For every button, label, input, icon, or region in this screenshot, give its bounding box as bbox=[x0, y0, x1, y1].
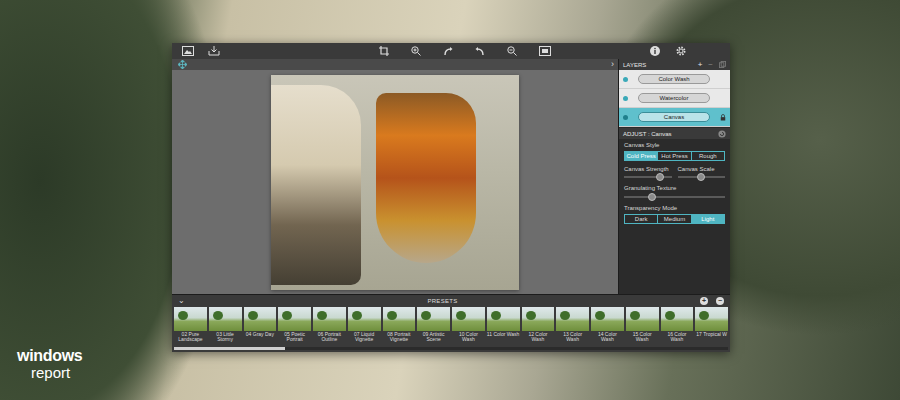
preset-item[interactable]: 09 Artistic Scene bbox=[417, 307, 450, 347]
slider-knob[interactable] bbox=[648, 193, 656, 201]
layer-name: Canvas bbox=[638, 112, 710, 122]
slider: Granulating Texture bbox=[624, 185, 725, 200]
slider: Canvas Scale bbox=[678, 166, 726, 181]
zoom-in-icon[interactable] bbox=[411, 46, 421, 56]
preset-item[interactable]: 03 Little Stormy bbox=[209, 307, 242, 347]
layer-list: Color Wash Watercolor Canvas bbox=[619, 70, 730, 127]
app-window: › LAYERS + − Color Wash Watercolor Canva… bbox=[172, 43, 730, 352]
preset-thumbnail bbox=[383, 307, 416, 331]
preset-strip: 02 Pure Landscape 03 Little Stormy 04 Gr… bbox=[172, 306, 730, 347]
transparency-button[interactable]: Medium bbox=[658, 215, 691, 223]
remove-preset-button[interactable]: − bbox=[716, 297, 724, 305]
add-preset-button[interactable]: + bbox=[700, 297, 708, 305]
open-image-icon[interactable] bbox=[182, 46, 194, 56]
layer-row[interactable]: Canvas bbox=[619, 108, 730, 127]
layer-row[interactable]: Watercolor bbox=[619, 89, 730, 108]
preset-item[interactable]: 05 Poetic Portrait bbox=[278, 307, 311, 347]
slider-track[interactable] bbox=[678, 173, 726, 181]
preset-item[interactable]: 11 Color Wash bbox=[487, 307, 520, 347]
collapse-button[interactable]: ⌄ bbox=[178, 297, 185, 305]
visibility-dot[interactable] bbox=[623, 115, 628, 120]
side-panel: LAYERS + − Color Wash Watercolor Canvas … bbox=[618, 59, 730, 294]
presets-panel: ⌄ PRESETS + − 02 Pure Landscape 03 Littl… bbox=[172, 294, 730, 352]
preset-item[interactable]: 06 Portrait Outline bbox=[313, 307, 346, 347]
preset-thumbnail bbox=[452, 307, 485, 331]
preset-thumbnail bbox=[244, 307, 277, 331]
site-logo: windows report bbox=[17, 348, 82, 380]
duplicate-layer-icon[interactable] bbox=[719, 61, 726, 68]
rotate-right-icon[interactable] bbox=[475, 46, 485, 56]
preset-thumbnail bbox=[487, 307, 520, 331]
layer-name: Color Wash bbox=[638, 74, 710, 84]
add-layer-button[interactable]: + bbox=[698, 61, 703, 69]
preset-item[interactable]: 16 Color Wash bbox=[661, 307, 694, 347]
preset-thumbnail bbox=[522, 307, 555, 331]
move-icon[interactable] bbox=[178, 60, 187, 69]
canvas-style-button[interactable]: Hot Press bbox=[658, 152, 691, 160]
painting-image bbox=[271, 75, 519, 290]
preset-item[interactable]: 14 Color Wash bbox=[591, 307, 624, 347]
slider-track[interactable] bbox=[624, 173, 672, 181]
preset-item[interactable]: 15 Color Wash bbox=[626, 307, 659, 347]
transparency-group: DarkMediumLight bbox=[624, 214, 725, 224]
preset-thumbnail bbox=[209, 307, 242, 331]
preset-item[interactable]: 07 Liquid Vignette bbox=[348, 307, 381, 347]
preset-thumbnail bbox=[661, 307, 694, 331]
fit-screen-icon[interactable] bbox=[539, 46, 551, 56]
remove-layer-button[interactable]: − bbox=[708, 61, 713, 69]
info-icon[interactable] bbox=[650, 46, 660, 56]
visibility-dot[interactable] bbox=[623, 77, 628, 82]
preset-item[interactable]: 12 Color Wash bbox=[522, 307, 555, 347]
presets-header: ⌄ PRESETS + − bbox=[172, 295, 730, 306]
canvas-style-button[interactable]: Cold Press bbox=[625, 152, 658, 160]
preset-item[interactable]: 08 Portrait Vignette bbox=[383, 307, 416, 347]
preset-thumbnail bbox=[626, 307, 659, 331]
slider: Canvas Strength bbox=[624, 166, 672, 181]
panel-toggle[interactable]: › bbox=[611, 60, 614, 69]
preset-thumbnail bbox=[174, 307, 207, 331]
zoom-out-icon[interactable] bbox=[507, 46, 517, 56]
settings-gear-icon[interactable] bbox=[676, 46, 686, 56]
layer-name: Watercolor bbox=[638, 93, 710, 103]
preset-thumbnail bbox=[313, 307, 346, 331]
adjust-header: ADJUST : Canvas bbox=[619, 128, 730, 139]
canvas-style-group: Cold PressHot PressRough bbox=[624, 151, 725, 161]
lock-icon[interactable] bbox=[720, 114, 726, 121]
preset-item[interactable]: 17 Tropical W bbox=[695, 307, 728, 347]
adjust-panel: Canvas Style Cold PressHot PressRough Ca… bbox=[619, 139, 730, 230]
slider-track[interactable] bbox=[624, 193, 725, 201]
slider-knob[interactable] bbox=[656, 173, 664, 181]
reset-icon[interactable] bbox=[718, 130, 726, 138]
preset-thumbnail bbox=[348, 307, 381, 331]
toolbar bbox=[172, 43, 730, 59]
visibility-dot[interactable] bbox=[623, 96, 628, 101]
preset-item[interactable]: 04 Gray Day bbox=[244, 307, 277, 347]
workspace-bar: › bbox=[172, 59, 618, 70]
preset-thumbnail bbox=[695, 307, 728, 331]
workspace: › bbox=[172, 59, 618, 294]
preset-item[interactable]: 02 Pure Landscape bbox=[174, 307, 207, 347]
preset-item[interactable]: 13 Color Wash bbox=[556, 307, 589, 347]
preset-thumbnail bbox=[417, 307, 450, 331]
banner: › LAYERS + − Color Wash Watercolor Canva… bbox=[0, 0, 900, 400]
transparency-button[interactable]: Dark bbox=[625, 215, 658, 223]
crop-icon[interactable] bbox=[379, 46, 389, 56]
preset-thumbnail bbox=[591, 307, 624, 331]
rotate-left-icon[interactable] bbox=[443, 46, 453, 56]
preset-thumbnail bbox=[278, 307, 311, 331]
layer-row[interactable]: Color Wash bbox=[619, 70, 730, 89]
preset-scrollbar[interactable] bbox=[174, 347, 728, 350]
preset-thumbnail bbox=[556, 307, 589, 331]
layers-header: LAYERS + − bbox=[619, 59, 730, 70]
save-icon[interactable] bbox=[208, 46, 220, 56]
canvas-area bbox=[172, 70, 618, 294]
slider-knob[interactable] bbox=[697, 173, 705, 181]
preset-item[interactable]: 10 Color Wash bbox=[452, 307, 485, 347]
canvas-style-button[interactable]: Rough bbox=[692, 152, 724, 160]
transparency-button[interactable]: Light bbox=[692, 215, 724, 223]
